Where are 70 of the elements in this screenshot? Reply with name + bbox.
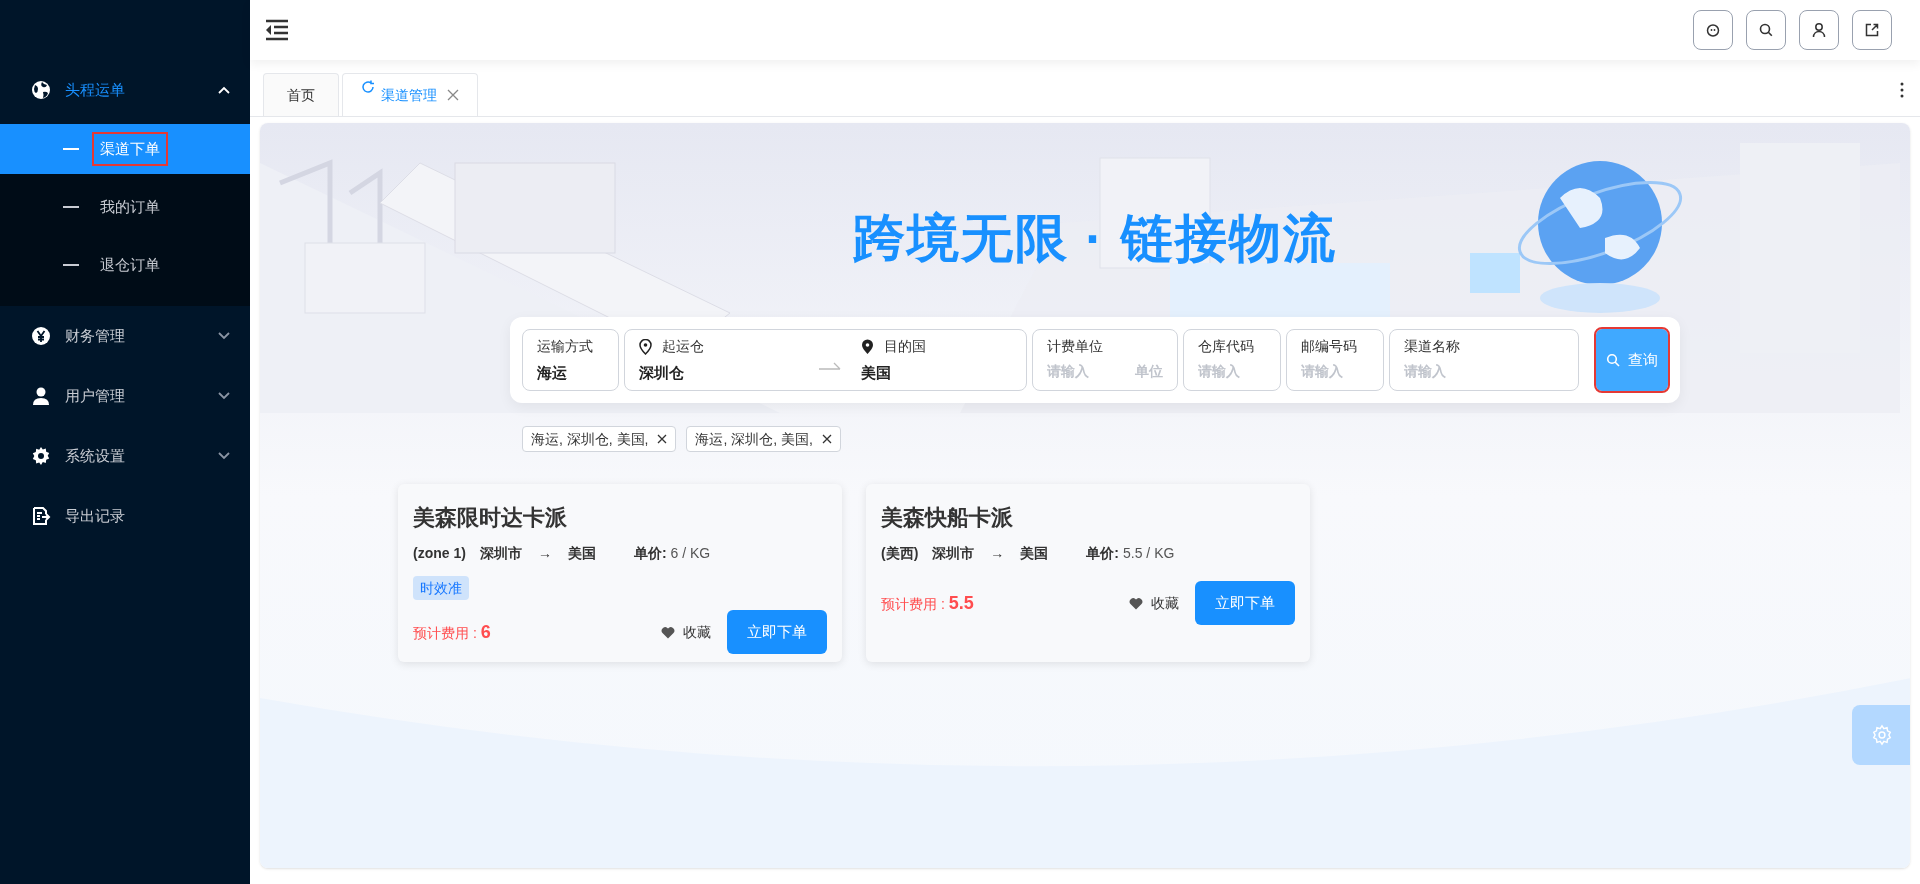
history-tag[interactable]: 海运, 深圳仓, 美国, <box>522 426 677 452</box>
cost-value: 6 <box>480 620 491 644</box>
globe-icon <box>31 80 51 100</box>
feature-tag: 时效准 <box>413 576 469 600</box>
more-icon[interactable] <box>1900 82 1904 98</box>
route-field[interactable]: 起运仓 深圳仓 目的国 美国 <box>623 329 1028 391</box>
text-input[interactable]: 请输入 <box>1403 361 1464 382</box>
banner-title: 跨境无限 · 链接物流 <box>852 208 1338 269</box>
sidebar-item[interactable]: 导出记录 <box>0 486 250 546</box>
input-field[interactable]: 渠道名称 请输入 <box>1388 329 1580 391</box>
sidebar-subitem[interactable]: 退仓订单 <box>0 240 250 290</box>
location-pin-icon <box>860 338 874 355</box>
menu-fold-icon[interactable] <box>264 19 290 41</box>
sidebar-subitem[interactable]: 我的订单 <box>0 182 250 232</box>
dash-icon <box>63 206 79 208</box>
price-value: 6 / KG <box>670 543 711 563</box>
search-icon[interactable] <box>1746 10 1786 50</box>
sidebar-item[interactable]: 头程运单 <box>0 60 250 120</box>
route-arrow: → <box>537 543 552 563</box>
card-title: 美森限时达卡派 <box>413 504 568 531</box>
sidebar-item[interactable]: 系统设置 <box>0 426 250 486</box>
search-icon <box>1606 353 1621 367</box>
close-icon[interactable] <box>821 434 832 444</box>
external-link-icon[interactable] <box>1852 10 1892 50</box>
favorite-button[interactable]: 收藏 <box>661 621 711 643</box>
sidebar-item[interactable]: 财务管理 <box>0 306 250 366</box>
text-input[interactable]: 请输入 <box>1300 361 1361 382</box>
heart-icon <box>1129 596 1143 610</box>
price-label: 单价: <box>1086 543 1119 563</box>
refresh-icon <box>361 80 375 94</box>
user-icon[interactable] <box>1799 10 1839 50</box>
chevron-down-icon <box>218 392 230 400</box>
input-field[interactable]: 邮编号码 请输入 <box>1285 329 1384 391</box>
price-label: 单价: <box>633 543 667 563</box>
destination-label: 美国 <box>567 543 596 563</box>
input-field[interactable]: 仓库代码 请输入 <box>1182 329 1281 391</box>
dash-icon <box>63 148 79 150</box>
origin-label: 深圳市 <box>932 543 975 563</box>
close-icon[interactable] <box>657 434 668 444</box>
chat-icon[interactable] <box>1693 10 1733 50</box>
export-icon <box>31 506 51 526</box>
input-field[interactable]: 计费单位 请输入 单位 <box>1032 329 1178 391</box>
location-pin-icon <box>638 338 652 355</box>
price-value: 5.5 / KG <box>1123 543 1175 563</box>
history-tag[interactable]: 海运, 深圳仓, 美国, <box>686 426 841 452</box>
route-arrow: → <box>990 543 1005 563</box>
tab[interactable]: 首页 <box>263 73 339 116</box>
cost-label: 预计费用 : <box>881 594 945 614</box>
unit-label: 单位 <box>1134 362 1163 381</box>
yen-icon <box>31 326 51 346</box>
text-input[interactable]: 请输入 <box>1197 361 1258 382</box>
heart-icon <box>661 625 675 639</box>
arrow-icon <box>818 362 841 370</box>
settings-icon <box>31 446 51 466</box>
favorite-button[interactable]: 收藏 <box>1129 592 1179 614</box>
cost-value: 5.5 <box>948 591 974 615</box>
dash-icon <box>63 264 79 266</box>
card-title: 美森快船卡派 <box>881 504 1014 531</box>
cost-label: 预计费用 : <box>413 623 477 643</box>
transport-select[interactable]: 运输方式 海运 <box>522 329 619 391</box>
destination-label: 美国 <box>1020 543 1049 563</box>
sidebar-item[interactable]: 用户管理 <box>0 366 250 426</box>
text-input[interactable]: 请输入 <box>1047 361 1108 382</box>
chevron-down-icon <box>218 332 230 340</box>
zone-label: (美西) <box>881 543 919 563</box>
zone-label: (zone 1) <box>413 543 466 563</box>
user-icon <box>31 386 51 406</box>
origin-label: 深圳市 <box>479 543 522 563</box>
chevron-down-icon <box>218 452 230 460</box>
chevron-up-icon <box>218 86 230 94</box>
